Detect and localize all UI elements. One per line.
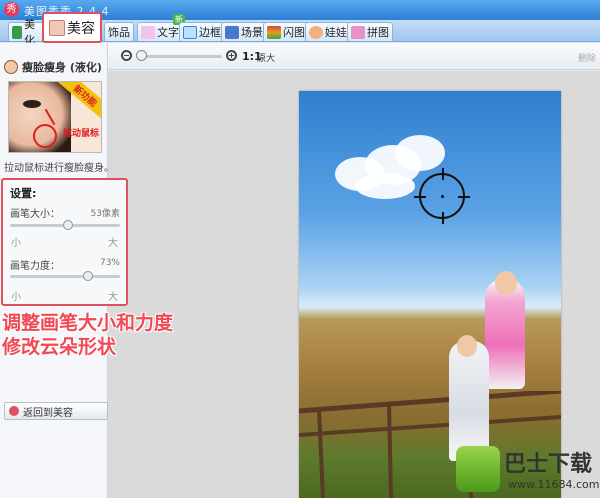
brush-size-min: 小	[11, 238, 21, 249]
tab-face-beauty[interactable]: 美容	[42, 12, 102, 43]
settings-box: 设置: 画笔大小： 53像素 小 大 画笔力度： 73% 小 大	[1, 178, 128, 306]
person-sitting-head	[457, 335, 477, 357]
zoom-slider-knob[interactable]	[136, 50, 147, 61]
brush-cursor-icon	[414, 168, 470, 224]
brush-size-max: 大	[108, 238, 118, 249]
site-watermark: 巴士下载 www.11684.com	[452, 442, 600, 498]
puzzle-icon	[351, 25, 365, 39]
tool-title: 瘦脸瘦身 (液化)	[4, 59, 102, 75]
editing-canvas[interactable]	[108, 71, 600, 498]
settings-title: 设置:	[10, 187, 37, 200]
brush-size-value: 53像素	[90, 209, 120, 219]
brush-size-slider[interactable]	[10, 220, 120, 230]
tab-frame[interactable]: 边框	[179, 22, 225, 41]
face-slim-icon	[4, 60, 18, 74]
delete-button[interactable]: 删除	[578, 51, 596, 64]
brush-strength-slider[interactable]	[10, 271, 120, 281]
tool-preview-image: 新功能 拖动鼠标	[8, 81, 102, 153]
text-icon	[141, 25, 155, 39]
return-icon	[9, 406, 19, 416]
scene-icon	[225, 25, 239, 39]
brush-size-label: 画笔大小：	[10, 209, 60, 220]
brush-strength-min: 小	[11, 292, 21, 303]
tutorial-annotation: 调整画笔大小和力度 修改云朵形状	[2, 312, 174, 358]
brush-strength-value: 73%	[99, 258, 120, 268]
main-tab-bar: 美化 美容 饰品 文字 新 边框 场景 闪图 娃娃 拼图	[0, 12, 600, 47]
return-to-beauty-button[interactable]: 返回到美容	[4, 402, 108, 420]
landscape-icon	[12, 25, 23, 39]
drag-hint: 拖动鼠标	[62, 129, 99, 139]
face-icon	[49, 19, 65, 36]
brush-strength-knob[interactable]	[83, 271, 93, 281]
flash-icon	[267, 25, 281, 39]
person-standing	[485, 279, 525, 389]
tool-description: 拉动鼠标进行瘦脸瘦身。	[4, 163, 114, 174]
person-standing-head	[495, 271, 517, 295]
tab-scene[interactable]: 场景	[221, 22, 267, 41]
brush-strength-label: 画笔力度：	[10, 261, 60, 272]
original-size-label[interactable]: 原大	[257, 51, 275, 64]
tab-flash[interactable]: 闪图	[263, 22, 309, 41]
tab-doll[interactable]: 娃娃	[305, 22, 351, 41]
frame-icon	[183, 25, 197, 39]
zoom-in-icon[interactable]	[226, 50, 237, 61]
brush-size-knob[interactable]	[63, 220, 73, 230]
tab-ornament[interactable]: 饰品	[104, 22, 134, 41]
zoom-slider[interactable]	[138, 55, 222, 58]
zoom-toolbar: 1:1 原大 删除	[108, 43, 600, 70]
tab-beautify[interactable]: 美化	[8, 18, 44, 47]
doll-icon	[309, 25, 323, 39]
tab-text[interactable]: 文字 新	[137, 14, 185, 41]
tab-puzzle[interactable]: 拼图	[347, 22, 393, 41]
brush-strength-max: 大	[108, 292, 118, 303]
app-logo-icon: 秀	[4, 2, 19, 17]
watermark-logo-icon	[456, 446, 500, 492]
zoom-out-icon[interactable]	[121, 50, 132, 61]
edited-photo[interactable]	[299, 91, 561, 498]
